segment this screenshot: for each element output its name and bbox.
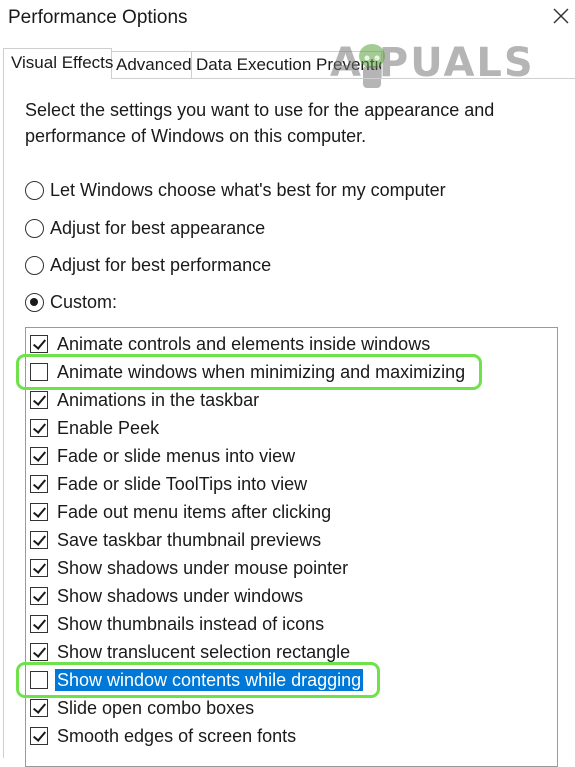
checkbox[interactable]: [30, 643, 48, 661]
checkbox[interactable]: [30, 335, 48, 353]
checkbox[interactable]: [30, 447, 48, 465]
radio-best-performance[interactable]: Adjust for best performance: [25, 252, 271, 278]
title-bar: Performance Options: [0, 0, 575, 40]
list-item-label: Fade or slide ToolTips into view: [57, 474, 308, 494]
checkbox[interactable]: [30, 671, 48, 689]
radio-let-windows-choose[interactable]: Let Windows choose what's best for my co…: [25, 177, 446, 203]
radio-button[interactable]: [25, 180, 44, 200]
checkbox[interactable]: [30, 503, 48, 521]
list-item-label: Fade out menu items after clicking: [57, 502, 332, 522]
list-item[interactable]: Animations in the taskbar: [30, 387, 261, 413]
checkbox[interactable]: [30, 391, 48, 409]
list-item-label: Show window contents while dragging: [55, 669, 364, 691]
list-item[interactable]: Animate controls and elements inside win…: [30, 331, 432, 357]
list-item[interactable]: Enable Peek: [30, 415, 161, 441]
list-item-selected[interactable]: Show window contents while dragging: [30, 667, 364, 693]
checkbox[interactable]: [30, 559, 48, 577]
list-item-label: Smooth edges of screen fonts: [57, 726, 297, 746]
list-item-label: Enable Peek: [57, 418, 160, 438]
radio-label: Let Windows choose what's best for my co…: [50, 179, 446, 200]
checkbox[interactable]: [30, 419, 48, 437]
list-item[interactable]: Fade out menu items after clicking: [30, 499, 333, 525]
list-item-label: Slide open combo boxes: [57, 698, 255, 718]
list-item-label: Fade or slide menus into view: [57, 446, 296, 466]
list-item[interactable]: Fade or slide ToolTips into view: [30, 471, 309, 497]
list-item[interactable]: Save taskbar thumbnail previews: [30, 527, 323, 553]
list-item[interactable]: Animate windows when minimizing and maxi…: [30, 359, 467, 385]
list-item-label: Show translucent selection rectangle: [57, 642, 351, 662]
radio-button[interactable]: [25, 218, 44, 238]
checkbox[interactable]: [30, 587, 48, 605]
radio-best-appearance[interactable]: Adjust for best appearance: [25, 215, 265, 241]
close-icon[interactable]: [552, 7, 570, 25]
checkbox[interactable]: [30, 699, 48, 717]
list-item-label: Show thumbnails instead of icons: [57, 614, 325, 634]
radio-label: Adjust for best performance: [50, 254, 272, 275]
checkbox[interactable]: [30, 531, 48, 549]
radio-label: Adjust for best appearance: [50, 217, 266, 238]
tab-visual-effects[interactable]: Visual Effects: [3, 48, 113, 79]
tab-advanced[interactable]: Advanced: [112, 51, 192, 78]
list-item-label: Save taskbar thumbnail previews: [57, 530, 322, 550]
list-item[interactable]: Show shadows under mouse pointer: [30, 555, 350, 581]
list-item-label: Animate windows when minimizing and maxi…: [57, 362, 466, 382]
checkbox[interactable]: [30, 727, 48, 745]
visual-effects-list[interactable]: Animate controls and elements inside win…: [25, 327, 558, 767]
list-item[interactable]: Show thumbnails instead of icons: [30, 611, 326, 637]
list-item-label: Animate controls and elements inside win…: [57, 334, 431, 354]
list-item-label: Show shadows under mouse pointer: [57, 558, 349, 578]
window-title: Performance Options: [8, 7, 188, 28]
list-item-label: Show shadows under windows: [57, 586, 304, 606]
list-item[interactable]: Slide open combo boxes: [30, 695, 256, 721]
list-item[interactable]: Fade or slide menus into view: [30, 443, 297, 469]
list-item-label: Animations in the taskbar: [57, 390, 260, 410]
checkbox[interactable]: [30, 615, 48, 633]
checkbox[interactable]: [30, 363, 48, 381]
radio-button[interactable]: [25, 255, 44, 275]
list-item[interactable]: Show translucent selection rectangle: [30, 639, 352, 665]
radio-custom[interactable]: Custom:: [25, 289, 117, 315]
checkbox[interactable]: [30, 475, 48, 493]
list-item[interactable]: Show shadows under windows: [30, 583, 305, 609]
radio-label: Custom:: [50, 291, 118, 312]
radio-button[interactable]: [25, 292, 44, 312]
intro-text: Select the settings you want to use for …: [25, 100, 495, 146]
list-item[interactable]: Smooth edges of screen fonts: [30, 723, 298, 749]
